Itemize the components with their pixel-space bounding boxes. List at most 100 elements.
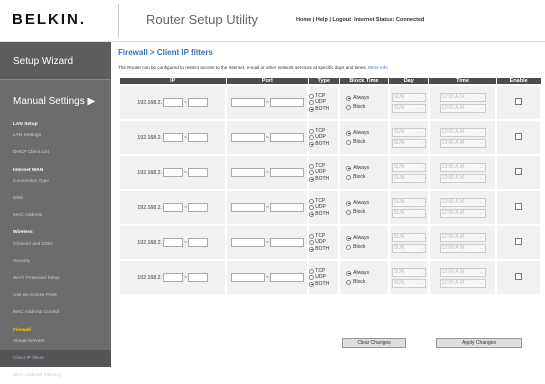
sidebar-item[interactable]: Virtual Servers bbox=[0, 333, 111, 350]
enable-checkbox[interactable] bbox=[515, 238, 523, 245]
radio-icon[interactable] bbox=[309, 163, 315, 169]
type-option[interactable]: BOTH bbox=[309, 281, 338, 288]
day-select[interactable]: SUN ⌄ bbox=[391, 103, 426, 113]
radio-icon[interactable] bbox=[309, 135, 315, 140]
sidebar-item[interactable]: MAC Address Filtering bbox=[0, 367, 111, 384]
radio-icon[interactable] bbox=[309, 240, 315, 245]
radio-icon[interactable] bbox=[309, 176, 315, 182]
radio-icon[interactable] bbox=[346, 270, 352, 276]
ip-end-input[interactable] bbox=[187, 133, 208, 142]
radio-icon[interactable] bbox=[309, 128, 315, 134]
sidebar-item[interactable]: Client IP filters bbox=[0, 350, 111, 368]
sidebar-item[interactable]: LAN Settings bbox=[0, 127, 111, 144]
type-option[interactable]: BOTH bbox=[309, 141, 338, 148]
port-end-input[interactable] bbox=[269, 238, 304, 247]
radio-icon[interactable] bbox=[346, 104, 352, 110]
radio-icon[interactable] bbox=[309, 246, 315, 252]
radio-icon[interactable] bbox=[309, 100, 315, 105]
radio-icon[interactable] bbox=[309, 268, 315, 274]
radio-icon[interactable] bbox=[309, 198, 315, 204]
home-link[interactable]: Home bbox=[296, 17, 311, 23]
block-option[interactable]: Always bbox=[346, 164, 388, 173]
radio-icon[interactable] bbox=[346, 235, 352, 241]
block-option[interactable]: Block bbox=[346, 243, 388, 252]
block-option[interactable]: Always bbox=[346, 234, 388, 243]
day-select[interactable]: SUN ⌄ bbox=[391, 138, 426, 148]
time-select[interactable]: 12:00 A.M. ⌄ bbox=[439, 197, 486, 207]
help-link[interactable]: Help bbox=[316, 17, 328, 23]
ip-start-input[interactable] bbox=[162, 98, 183, 107]
ip-start-input[interactable] bbox=[162, 133, 183, 142]
radio-icon[interactable] bbox=[309, 233, 315, 239]
sidebar-item[interactable]: Use as Access Point bbox=[0, 287, 111, 304]
type-option[interactable]: BOTH bbox=[309, 246, 338, 253]
time-select[interactable]: 12:00 A.M. ⌄ bbox=[439, 162, 486, 172]
block-option[interactable]: Always bbox=[346, 94, 388, 103]
sidebar-item[interactable]: Security bbox=[0, 253, 111, 270]
radio-icon[interactable] bbox=[346, 95, 352, 101]
day-select[interactable]: SUN ⌄ bbox=[391, 162, 426, 172]
radio-icon[interactable] bbox=[346, 174, 352, 180]
ip-start-input[interactable] bbox=[162, 238, 183, 247]
radio-icon[interactable] bbox=[309, 141, 315, 147]
block-option[interactable]: Always bbox=[346, 269, 388, 278]
radio-icon[interactable] bbox=[346, 130, 352, 136]
sidebar-item[interactable]: DHCP Client List bbox=[0, 144, 111, 161]
port-start-input[interactable] bbox=[230, 238, 265, 247]
type-option[interactable]: BOTH bbox=[309, 106, 338, 113]
day-select[interactable]: SUN ⌄ bbox=[391, 127, 426, 137]
ip-end-input[interactable] bbox=[187, 273, 208, 282]
radio-icon[interactable] bbox=[309, 106, 315, 112]
port-start-input[interactable] bbox=[230, 273, 265, 282]
port-start-input[interactable] bbox=[230, 133, 265, 142]
time-select[interactable]: 12:00 A.M. ⌄ bbox=[439, 92, 486, 102]
ip-end-input[interactable] bbox=[187, 238, 208, 247]
sidebar-item[interactable]: DNS bbox=[0, 190, 111, 207]
ip-start-input[interactable] bbox=[162, 168, 183, 177]
radio-icon[interactable] bbox=[346, 209, 352, 215]
day-select[interactable]: SUN ⌄ bbox=[391, 278, 426, 288]
manual-settings-link[interactable]: Manual Settings ▶ bbox=[0, 80, 111, 118]
setup-wizard-link[interactable]: Setup Wizard bbox=[0, 42, 111, 80]
type-option[interactable]: BOTH bbox=[309, 176, 338, 183]
block-option[interactable]: Block bbox=[346, 103, 388, 112]
block-option[interactable]: Block bbox=[346, 208, 388, 217]
port-end-input[interactable] bbox=[269, 133, 304, 142]
type-option[interactable]: BOTH bbox=[309, 211, 338, 218]
ip-end-input[interactable] bbox=[187, 203, 208, 212]
block-option[interactable]: Always bbox=[346, 199, 388, 208]
port-end-input[interactable] bbox=[269, 98, 304, 107]
radio-icon[interactable] bbox=[309, 211, 315, 217]
time-select[interactable]: 12:00 A.M. ⌄ bbox=[439, 208, 486, 218]
day-select[interactable]: SUN ⌄ bbox=[391, 232, 426, 242]
block-option[interactable]: Block bbox=[346, 173, 388, 182]
enable-checkbox[interactable] bbox=[515, 273, 523, 280]
more-info-link[interactable]: More Info bbox=[368, 65, 387, 70]
port-end-input[interactable] bbox=[269, 203, 304, 212]
enable-checkbox[interactable] bbox=[515, 133, 523, 140]
radio-icon[interactable] bbox=[309, 275, 315, 280]
day-select[interactable]: SUN ⌄ bbox=[391, 267, 426, 277]
sidebar-item[interactable]: MAC Address Control bbox=[0, 304, 111, 321]
time-select[interactable]: 12:00 A.M. ⌄ bbox=[439, 267, 486, 277]
port-end-input[interactable] bbox=[269, 273, 304, 282]
enable-checkbox[interactable] bbox=[515, 98, 523, 105]
clear-changes-button[interactable]: Clear Changes bbox=[342, 338, 406, 348]
block-option[interactable]: Block bbox=[346, 138, 388, 147]
sidebar-item[interactable]: Channel and SSID bbox=[0, 236, 111, 253]
block-option[interactable]: Block bbox=[346, 278, 388, 287]
port-start-input[interactable] bbox=[230, 203, 265, 212]
port-start-input[interactable] bbox=[230, 98, 265, 107]
radio-icon[interactable] bbox=[346, 279, 352, 285]
time-select[interactable]: 12:00 A.M. ⌄ bbox=[439, 173, 486, 183]
time-select[interactable]: 12:00 A.M. ⌄ bbox=[439, 232, 486, 242]
time-select[interactable]: 12:00 A.M. ⌄ bbox=[439, 243, 486, 253]
day-select[interactable]: SUN ⌄ bbox=[391, 173, 426, 183]
enable-checkbox[interactable] bbox=[515, 203, 523, 210]
radio-icon[interactable] bbox=[346, 165, 352, 171]
apply-changes-button[interactable]: Apply Changes bbox=[436, 338, 522, 348]
time-select[interactable]: 12:00 A.M. ⌄ bbox=[439, 138, 486, 148]
port-start-input[interactable] bbox=[230, 168, 265, 177]
radio-icon[interactable] bbox=[309, 205, 315, 210]
day-select[interactable]: SUN ⌄ bbox=[391, 208, 426, 218]
